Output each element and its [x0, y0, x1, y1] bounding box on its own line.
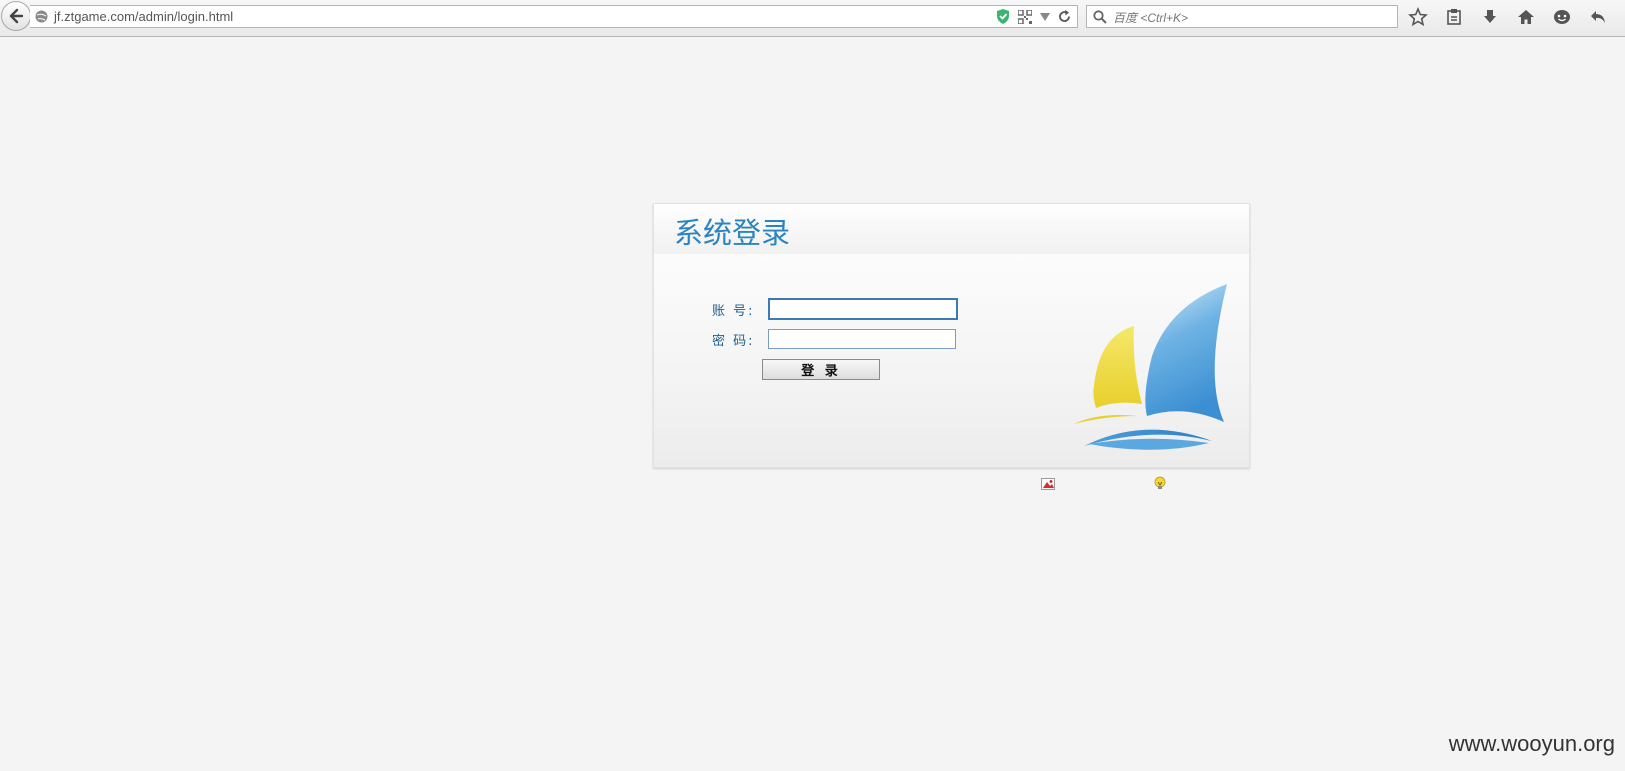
- password-row: 密 码:: [712, 329, 956, 349]
- clipboard-icon[interactable]: [1444, 7, 1464, 27]
- account-row: 账 号:: [712, 298, 958, 320]
- search-icon: [1093, 10, 1107, 24]
- password-label: 密 码:: [712, 333, 755, 349]
- account-input[interactable]: [768, 298, 958, 320]
- broken-image-icon: [1041, 478, 1055, 490]
- qr-code-icon[interactable]: [1018, 9, 1032, 24]
- back-arrow-icon: [9, 8, 24, 24]
- url-text[interactable]: jf.ztgame.com/admin/login.html: [54, 8, 233, 25]
- smiley-icon[interactable]: [1552, 7, 1572, 27]
- lightbulb-icon: [1154, 476, 1166, 489]
- account-label: 账 号:: [712, 303, 755, 319]
- login-panel: 系统登录 账 号: 密 码: 登 录: [653, 203, 1250, 468]
- login-panel-header: 系统登录: [654, 204, 1249, 254]
- undo-icon[interactable]: [1588, 7, 1608, 27]
- shield-icon[interactable]: [996, 9, 1010, 24]
- search-placeholder: 百度 <Ctrl+K>: [1113, 11, 1189, 25]
- login-button[interactable]: 登 录: [762, 359, 880, 380]
- reload-icon[interactable]: [1058, 10, 1071, 23]
- browser-toolbar: jf.ztgame.com/admin/login.html 百度 <Ctrl+…: [0, 0, 1625, 37]
- page-title: 系统登录: [674, 216, 791, 250]
- download-icon[interactable]: [1480, 7, 1500, 27]
- sailboat-logo: [1074, 284, 1227, 450]
- dropdown-icon[interactable]: [1040, 12, 1050, 21]
- star-icon[interactable]: [1408, 6, 1428, 27]
- toolbar-buttons: [1408, 6, 1608, 27]
- watermark-text: www.wooyun.org: [1448, 731, 1615, 756]
- password-input[interactable]: [768, 329, 956, 349]
- back-button[interactable]: [1, 1, 31, 31]
- globe-icon: [35, 10, 48, 23]
- home-icon[interactable]: [1516, 7, 1536, 27]
- search-bar[interactable]: 百度 <Ctrl+K>: [1086, 5, 1398, 28]
- address-bar[interactable]: jf.ztgame.com/admin/login.html: [30, 5, 1078, 28]
